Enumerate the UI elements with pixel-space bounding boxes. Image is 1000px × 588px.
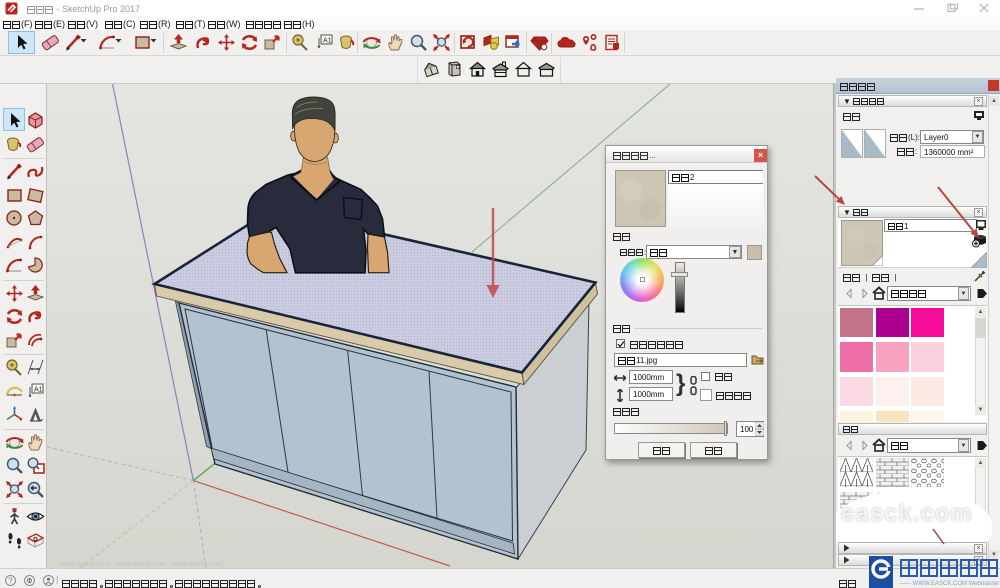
- svg-text:?: ?: [8, 577, 13, 586]
- svg-text:A1: A1: [323, 37, 332, 44]
- svg-text:www.easck.com · www.easck.com: www.easck.com · www.easck.com · www.easc…: [59, 561, 223, 568]
- svg-text:A1: A1: [34, 386, 43, 393]
